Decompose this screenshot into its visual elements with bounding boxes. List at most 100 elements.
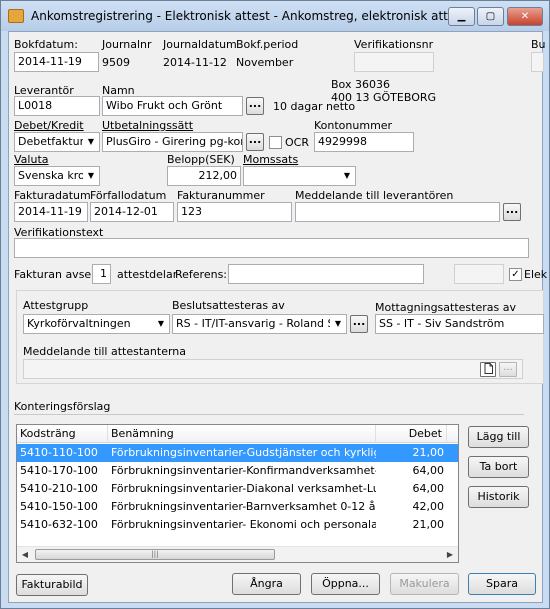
address-line1: Box 36036	[331, 78, 390, 91]
app-icon	[8, 9, 24, 23]
scrollbar-thumb[interactable]: |||	[35, 549, 275, 560]
elek-checkbox[interactable]: ✓	[509, 268, 522, 281]
maximize-button[interactable]: ▢	[477, 7, 504, 26]
cell-benamning: Förbrukningsinventarier-Gudstjänster och…	[111, 446, 376, 459]
fakturadatum-label: Fakturadatum	[14, 189, 91, 202]
attestanter-ellipsis-button: ...	[499, 362, 517, 377]
bu-field	[531, 52, 544, 72]
mottagning-select[interactable]: SS - IT - Siv Sandström	[375, 314, 544, 334]
fakturadatum-field[interactable]: 2014-11-19	[14, 202, 88, 222]
table-row[interactable]: 5410-110-100 Förbrukningsinventarier-Gud…	[17, 444, 458, 462]
angra-button[interactable]: Ångra	[232, 573, 301, 595]
forfallodatum-field[interactable]: 2014-12-01	[90, 202, 174, 222]
cell-debet: 64,00	[412, 464, 445, 477]
bokfperiod-label: Bokf.period	[236, 38, 299, 51]
debetkredit-select[interactable]: Debetfaktura ▼	[14, 132, 100, 152]
meddelande-lookup-button[interactable]: ...	[503, 203, 521, 221]
utbetalningssatt-label: Utbetalningssätt	[102, 119, 194, 132]
horizontal-scrollbar[interactable]: ◀ ||| ▶	[17, 546, 458, 562]
title-bar[interactable]: Ankomstregistrering - Elektronisk attest…	[1, 1, 549, 31]
cell-kodstrang: 5410-110-100	[20, 446, 98, 459]
meddelande-leverantor-label: Meddelande till leverantören	[295, 189, 454, 202]
beslut-value: RS - IT/IT-ansvarig - Roland Sv	[176, 317, 342, 330]
extra-disabled-field	[454, 264, 504, 284]
beslut-select[interactable]: RS - IT/IT-ansvarig - Roland Sv ▼	[172, 314, 347, 334]
cell-kodstrang: 5410-210-100	[20, 482, 98, 495]
cell-benamning: Förbrukningsinventarier-Konfirmandverksa…	[111, 464, 376, 477]
column-header-kodstrang[interactable]: Kodsträng	[17, 425, 108, 443]
fakturabild-button[interactable]: Fakturabild	[16, 574, 88, 596]
bokfdatum-label: Bokfdatum:	[14, 38, 78, 51]
lagg-till-button[interactable]: Lägg till	[468, 426, 529, 448]
valuta-label: Valuta	[14, 153, 49, 166]
ocr-checkbox[interactable]	[269, 136, 282, 149]
scroll-right-icon[interactable]: ▶	[442, 547, 458, 562]
chevron-down-icon: ▼	[153, 315, 169, 333]
momssats-select[interactable]: ▼	[243, 166, 356, 186]
bu-label: Bu	[531, 38, 546, 51]
section-divider	[14, 414, 524, 415]
makulera-button: Makulera	[390, 573, 459, 595]
document-icon[interactable]	[480, 362, 496, 377]
meddelande-attestanter-label: Meddelande till attestanterna	[23, 345, 186, 358]
fakturanummer-field[interactable]: 123	[177, 202, 292, 222]
bokfdatum-field[interactable]: 2014-11-19	[14, 52, 99, 72]
table-row[interactable]: 5410-170-100 Förbrukningsinventarier-Kon…	[17, 462, 458, 480]
column-header-filler	[447, 425, 458, 443]
minimize-button[interactable]: ▁	[448, 7, 475, 26]
debetkredit-label: Debet/Kredit	[14, 119, 84, 132]
historik-button[interactable]: Historik	[468, 486, 529, 508]
fakturanummer-label: Fakturanummer	[177, 189, 265, 202]
close-button[interactable]: ✕	[507, 7, 543, 26]
table-row[interactable]: 5410-150-100 Förbrukningsinventarier-Bar…	[17, 498, 458, 516]
column-header-benamning[interactable]: Benämning	[108, 425, 376, 443]
kontering-table[interactable]: Kodsträng Benämning Debet 5410-110-100 F…	[16, 424, 459, 563]
elek-label: Elek	[524, 268, 548, 281]
journaldatum-value: 2014-11-12	[163, 56, 227, 69]
table-row[interactable]: 5410-632-100 Förbrukningsinventarier- Ek…	[17, 516, 458, 534]
belopp-label: Belopp(SEK)	[167, 153, 235, 166]
scroll-left-icon[interactable]: ◀	[17, 547, 33, 562]
table-row[interactable]: 5410-210-100 Förbrukningsinventarier-Dia…	[17, 480, 458, 498]
leverantor-field[interactable]: L0018	[14, 96, 100, 116]
attestgrupp-value: Kyrkoförvaltningen	[27, 317, 131, 330]
namn-lookup-button[interactable]: ...	[246, 97, 264, 115]
avser-suffix: attestdelar	[117, 268, 178, 281]
cell-kodstrang: 5410-150-100	[20, 500, 98, 513]
journalnr-value: 9509	[102, 56, 130, 69]
utbetalningssatt-lookup-button[interactable]: ...	[246, 133, 264, 151]
ocr-label: OCR	[285, 136, 309, 149]
referens-label: Referens:	[175, 268, 228, 281]
belopp-field[interactable]: 212,00	[167, 166, 241, 186]
cell-debet: 42,00	[412, 500, 445, 513]
cell-benamning: Förbrukningsinventarier- Ekonomi och per…	[111, 518, 376, 531]
utbetalningssatt-field[interactable]: PlusGiro - Girering pg-konto	[102, 132, 243, 152]
cell-kodstrang: 5410-632-100	[20, 518, 98, 531]
chevron-down-icon: ▼	[339, 167, 355, 185]
ta-bort-button[interactable]: Ta bort	[468, 456, 529, 478]
cell-kodstrang: 5410-170-100	[20, 464, 98, 477]
mottagning-label: Mottagningsattesteras av	[375, 301, 516, 314]
namn-field[interactable]: Wibo Frukt och Grönt	[102, 96, 243, 116]
debetkredit-value: Debetfaktura	[18, 135, 91, 148]
valuta-select[interactable]: Svenska kronor ▼	[14, 166, 100, 186]
kontonummer-field[interactable]: 4929998	[314, 132, 414, 152]
address-line2: 400 13 GÖTEBORG	[331, 91, 437, 104]
journaldatum-label: Journaldatum	[163, 38, 237, 51]
forfallodatum-label: Förfallodatum	[90, 189, 167, 202]
oppna-button[interactable]: Öppna...	[311, 573, 380, 595]
attestgrupp-select[interactable]: Kyrkoförvaltningen ▼	[23, 314, 170, 334]
column-header-debet[interactable]: Debet	[376, 425, 447, 443]
cell-debet: 21,00	[412, 518, 445, 531]
chevron-down-icon: ▼	[83, 133, 99, 151]
cell-benamning: Förbrukningsinventarier-Diakonal verksam…	[111, 482, 376, 495]
spara-button[interactable]: Spara	[468, 573, 536, 595]
meddelande-leverantor-field[interactable]	[295, 202, 500, 222]
attestdelar-count-field[interactable]: 1	[92, 264, 111, 284]
referens-field[interactable]	[228, 264, 424, 284]
verifikationstext-field[interactable]	[14, 238, 529, 258]
attestgrupp-label: Attestgrupp	[23, 299, 89, 312]
konteringsforslag-label: Konteringsförslag	[14, 400, 111, 413]
beslut-lookup-button[interactable]: ...	[350, 315, 368, 333]
bokfperiod-value: November	[236, 56, 294, 69]
